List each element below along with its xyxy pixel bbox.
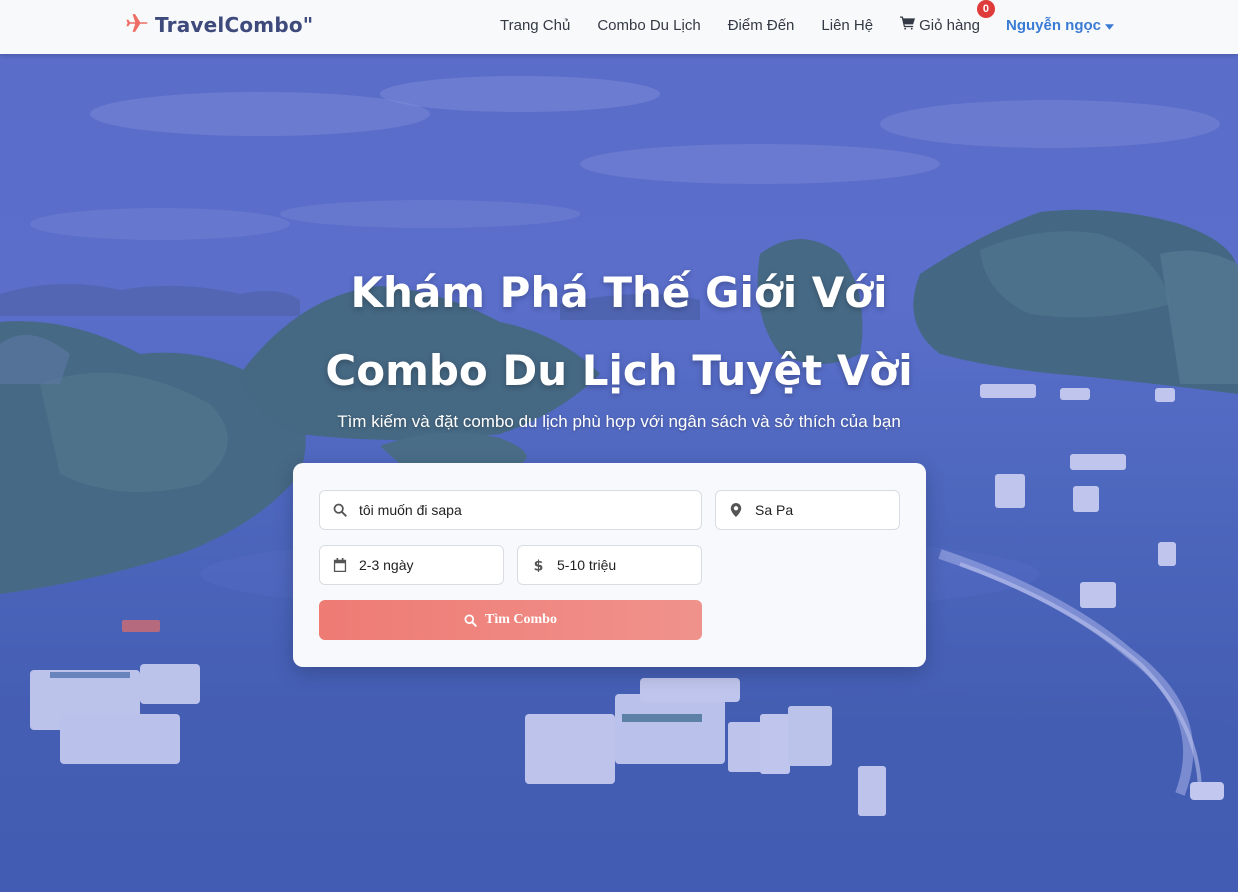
nav-link-destinations[interactable]: Điểm Đến [728, 17, 795, 34]
search-icon [333, 503, 347, 517]
user-name: Nguyễn ngọc [1005, 16, 1101, 34]
hero-title-line-1: Khám Phá Thế Giới Với [350, 268, 888, 317]
duration-field[interactable] [319, 545, 504, 585]
location-pin-icon [730, 503, 742, 517]
location-input[interactable] [755, 502, 899, 518]
cart-link[interactable]: Giỏ hàng 0 [900, 0, 995, 34]
hero-section: Khám Phá Thế Giới Với Combo Du Lịch Tuyệ… [0, 54, 1238, 892]
dollar-icon: $ [534, 558, 544, 572]
user-menu[interactable]: Nguyễn ngọc [1006, 17, 1114, 34]
plane-icon [125, 11, 149, 39]
search-icon [464, 613, 477, 627]
query-input[interactable] [359, 502, 701, 518]
budget-field[interactable]: $ [517, 545, 702, 585]
query-field[interactable] [319, 490, 702, 530]
location-field[interactable] [715, 490, 900, 530]
navbar: TravelCombo" Trang Chủ Combo Du Lịch Điể… [0, 0, 1238, 54]
search-button-label: Tìm Combo [485, 612, 557, 627]
budget-input[interactable] [557, 557, 701, 573]
cart-label: Giỏ hàng [919, 16, 980, 34]
nav-link-home[interactable]: Trang Chủ [500, 17, 570, 34]
hero-subtitle: Tìm kiếm và đặt combo du lịch phù hợp vớ… [337, 412, 901, 431]
search-card: $ Tìm Combo [293, 463, 926, 667]
nav-link-combos[interactable]: Combo Du Lịch [597, 17, 700, 34]
brand-logo[interactable]: TravelCombo" [125, 11, 313, 39]
brand-name: TravelCombo" [155, 13, 314, 37]
search-combo-button[interactable]: Tìm Combo [319, 600, 702, 640]
hero-title-line-2: Combo Du Lịch Tuyệt Vời [325, 346, 913, 395]
hero-title: Khám Phá Thế Giới Với Combo Du Lịch Tuyệ… [0, 254, 1238, 410]
nav-link-contact[interactable]: Liên Hệ [821, 17, 873, 34]
cart-icon [900, 16, 916, 34]
cart-count-badge: 0 [976, 0, 995, 18]
svg-text:$: $ [534, 558, 544, 572]
duration-input[interactable] [359, 557, 503, 573]
calendar-icon [333, 558, 347, 572]
main-nav: Trang Chủ Combo Du Lịch Điểm Đến Liên Hệ… [500, 0, 1114, 50]
caret-down-icon [1105, 17, 1114, 34]
